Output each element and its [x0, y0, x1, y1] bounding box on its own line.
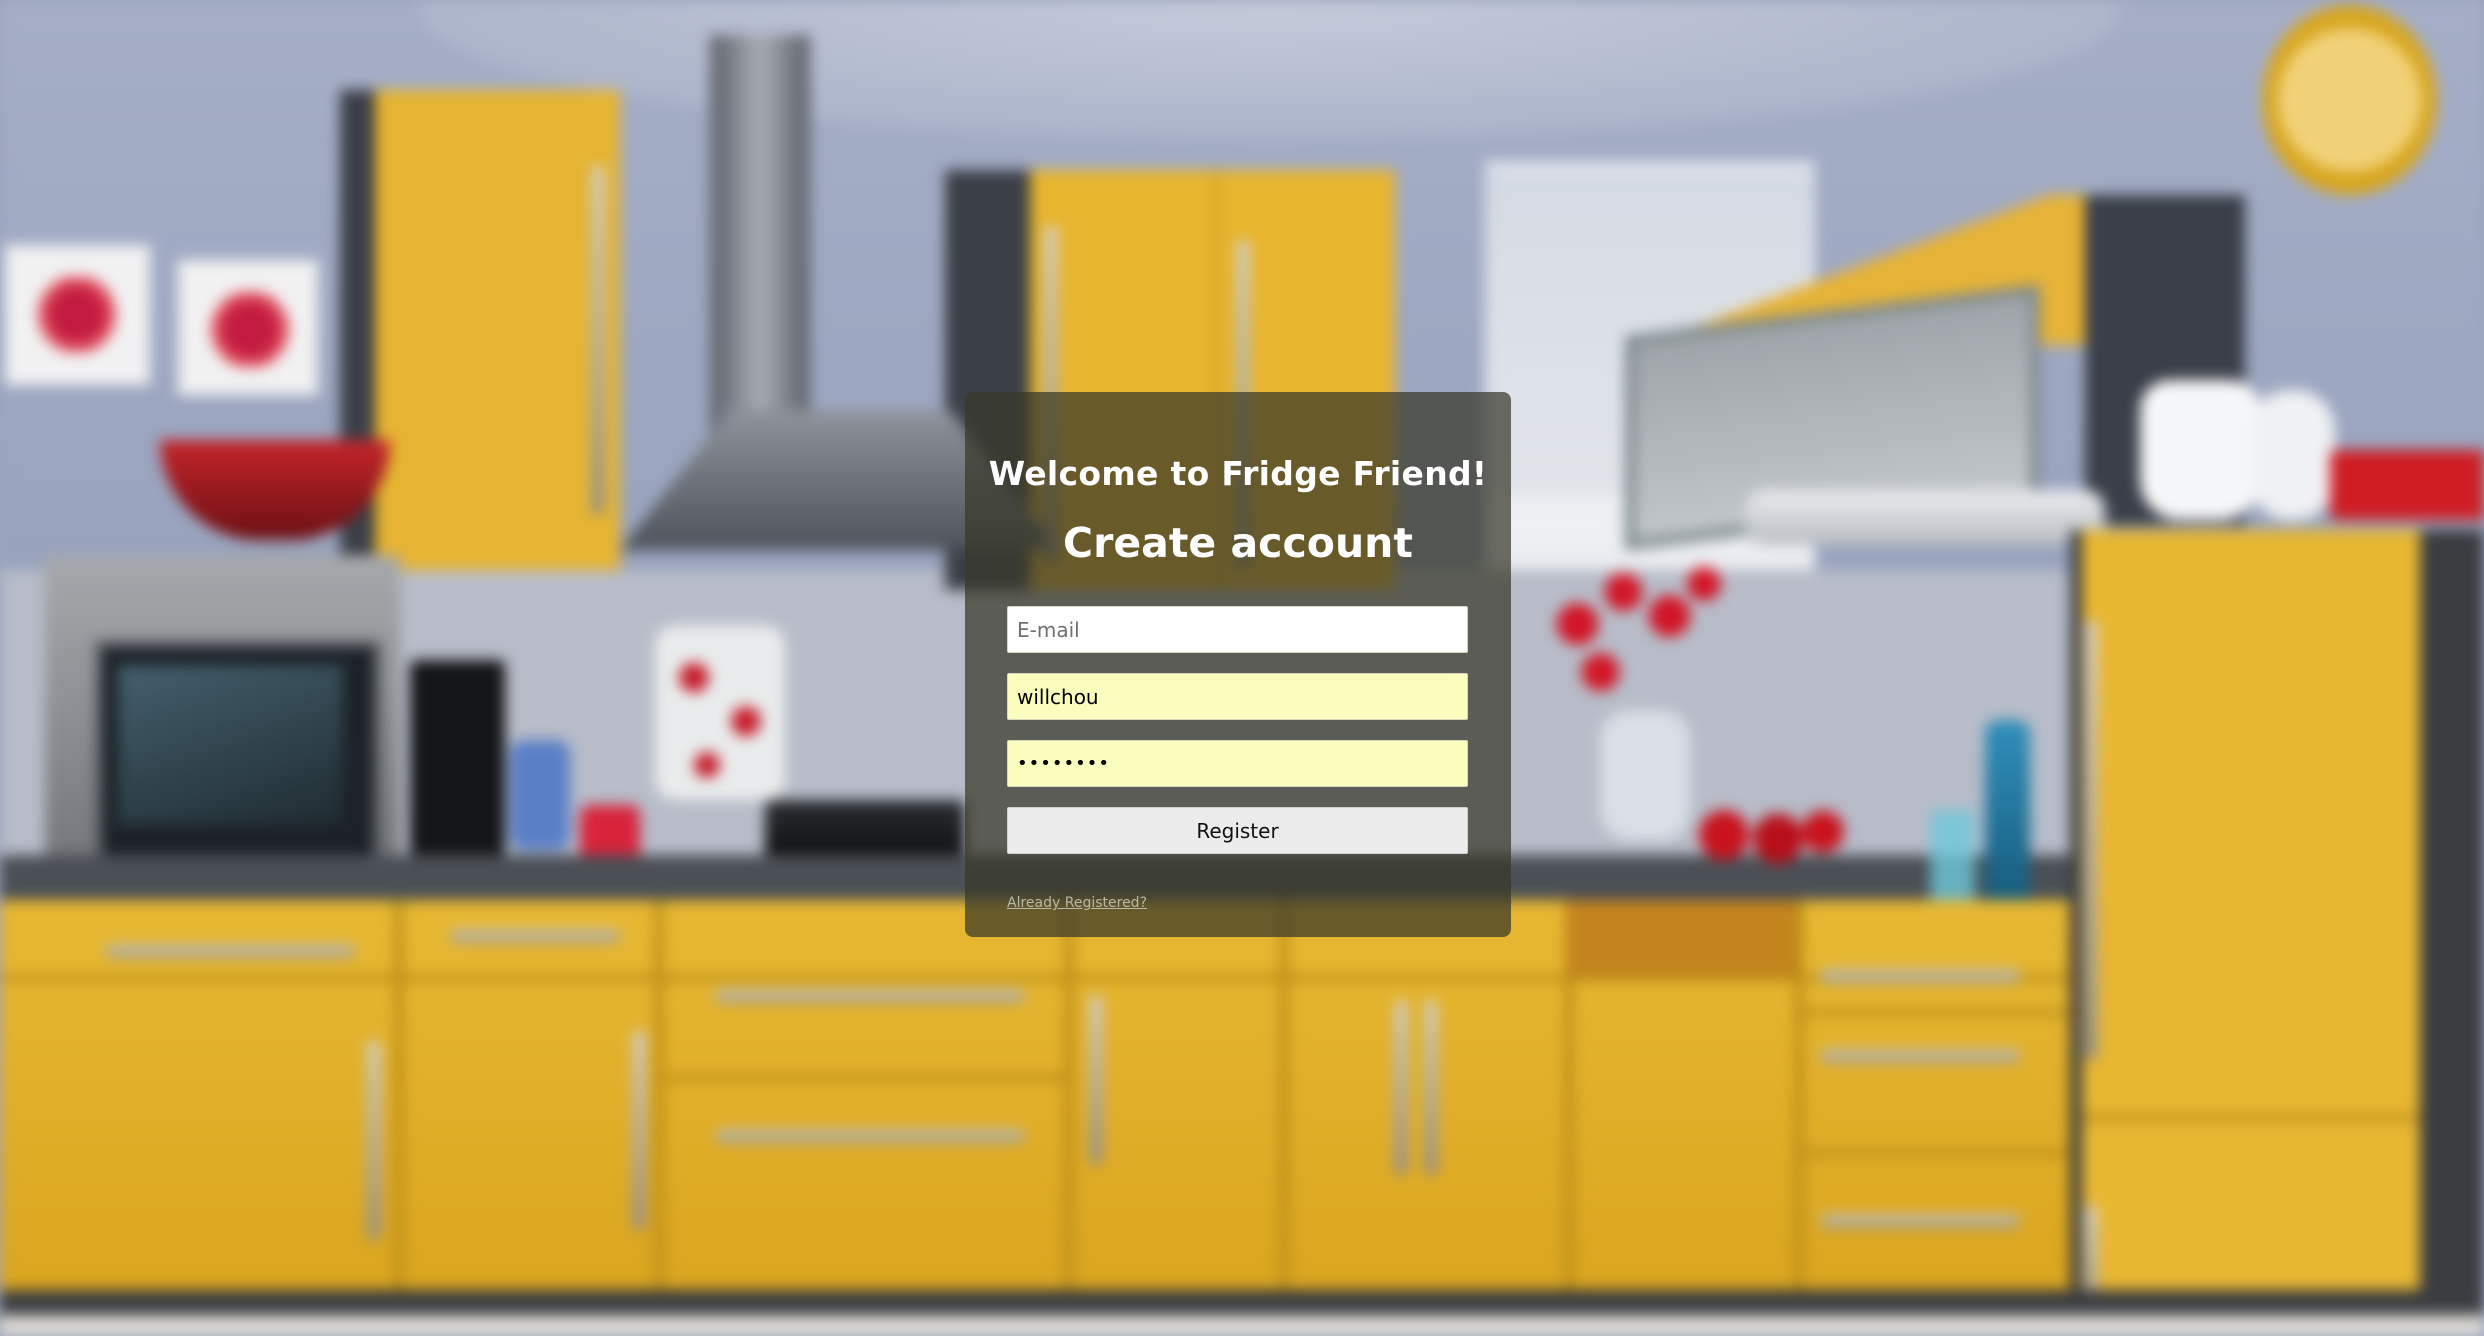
register-panel: Welcome to Fridge Friend! Create account… — [965, 392, 1511, 937]
email-field[interactable] — [1007, 606, 1468, 653]
welcome-title: Welcome to Fridge Friend! — [988, 454, 1488, 493]
register-button[interactable]: Register — [1007, 807, 1468, 854]
password-field[interactable] — [1007, 740, 1468, 787]
create-account-heading: Create account — [1063, 519, 1413, 567]
already-registered-link[interactable]: Already Registered? — [1007, 895, 1147, 911]
username-field[interactable] — [1007, 673, 1468, 720]
